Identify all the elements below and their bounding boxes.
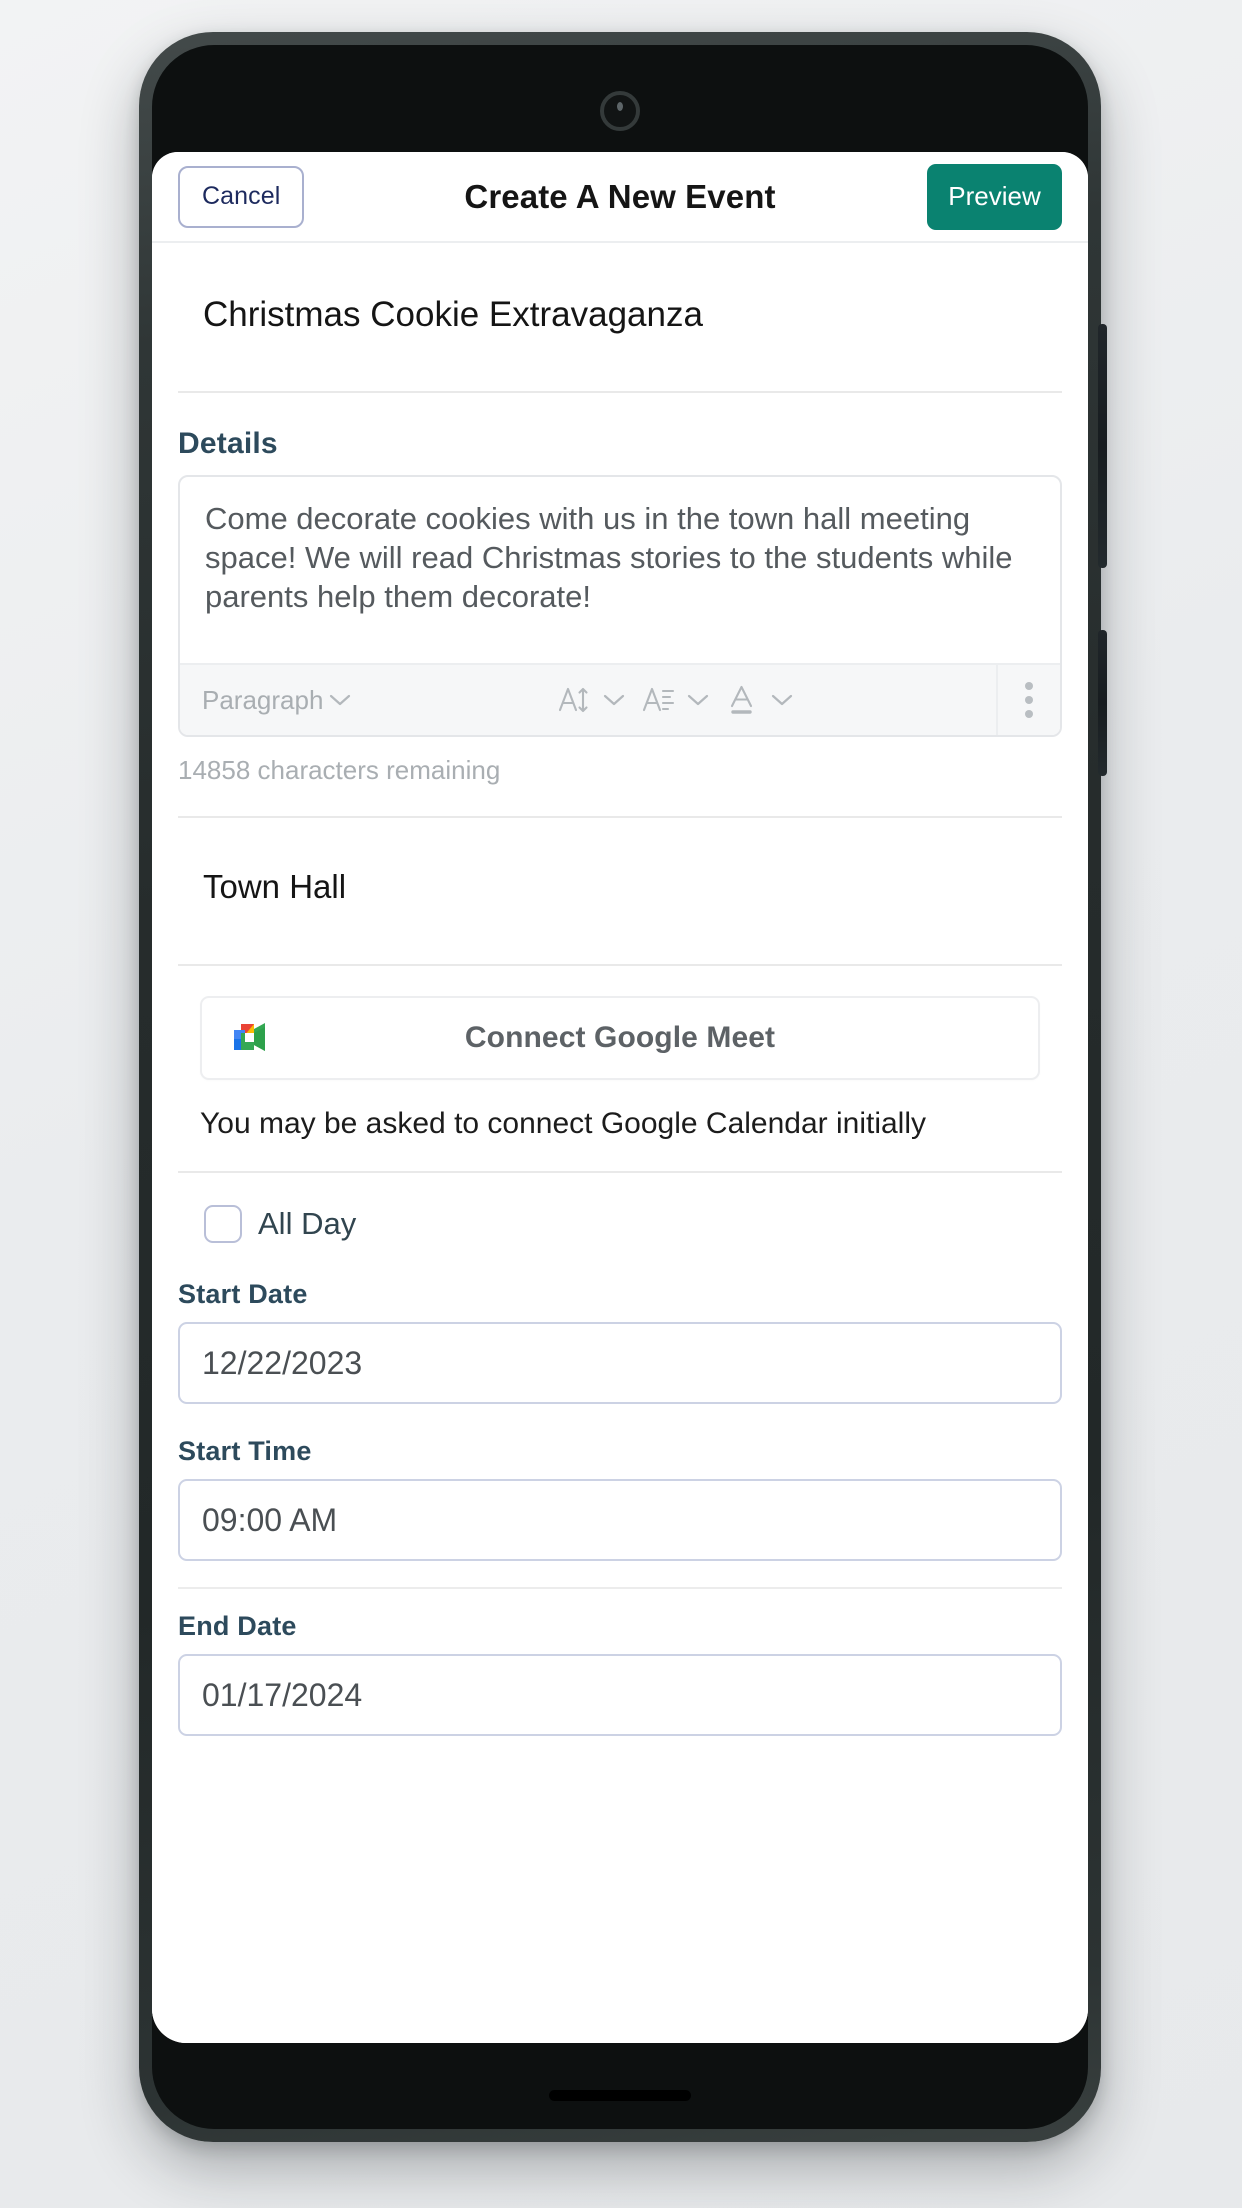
rich-text-editor: Come decorate cookies with us in the tow… [178,475,1062,737]
text-color-control[interactable] [721,677,799,723]
front-camera-icon [600,91,640,131]
app-screen: Cancel Create A New Event Preview Detail… [152,152,1088,2043]
chevron-down-icon[interactable] [323,693,357,707]
event-form: Details Come decorate cookies with us in… [152,243,1088,2043]
volume-rocker-button[interactable] [1098,324,1107,568]
event-title-input[interactable] [178,295,1062,335]
font-size-icon[interactable] [553,677,595,723]
font-size-control[interactable] [553,677,631,723]
checkbox-unchecked-icon[interactable] [204,1205,242,1243]
kebab-menu-icon[interactable] [998,664,1060,735]
google-meet-section: Connect Google Meet You may be asked to … [152,966,1088,1171]
details-textarea[interactable]: Come decorate cookies with us in the tow… [180,477,1060,663]
datetime-section: Start Date Start Time End Date [152,1279,1088,1736]
editor-toolbar: Paragraph [180,663,1060,735]
cancel-button[interactable]: Cancel [178,165,305,228]
chevron-down-icon[interactable] [681,693,715,707]
details-label: Details [178,427,278,460]
event-title-row [152,243,1088,391]
start-time-label: Start Time [178,1436,312,1466]
end-date-label: End Date [178,1611,297,1641]
end-date-input[interactable] [178,1654,1062,1736]
google-meet-icon [228,1015,280,1061]
details-section: Details Come decorate cookies with us in… [152,393,1088,816]
chevron-down-icon[interactable] [597,693,631,707]
all-day-toggle[interactable]: All Day [178,1205,356,1243]
chevron-down-icon[interactable] [765,693,799,707]
phone-device-frame: Cancel Create A New Event Preview Detail… [139,32,1107,2142]
start-date-label: Start Date [178,1279,308,1309]
location-input[interactable] [178,868,1062,906]
location-row [152,818,1088,964]
line-height-control[interactable] [637,677,715,723]
preview-button[interactable]: Preview [927,163,1062,230]
divider [178,1587,1062,1589]
start-time-input[interactable] [178,1479,1062,1561]
text-color-icon[interactable] [721,677,763,723]
phone-screen-bezel: Cancel Create A New Event Preview Detail… [152,45,1088,2129]
all-day-row: All Day [152,1173,1088,1279]
connect-google-meet-button[interactable]: Connect Google Meet [200,996,1040,1080]
paragraph-style-label[interactable]: Paragraph [202,685,323,716]
home-indicator-bar[interactable] [549,2090,691,2101]
character-count-text: 14858 characters remaining [178,755,501,785]
start-date-input[interactable] [178,1322,1062,1404]
power-button[interactable] [1098,630,1107,776]
line-height-icon[interactable] [637,677,679,723]
all-day-label: All Day [258,1206,357,1241]
app-header: Cancel Create A New Event Preview [152,152,1088,243]
connect-google-meet-label: Connect Google Meet [464,1021,776,1054]
google-meet-note: You may be asked to connect Google Calen… [200,1107,927,1140]
